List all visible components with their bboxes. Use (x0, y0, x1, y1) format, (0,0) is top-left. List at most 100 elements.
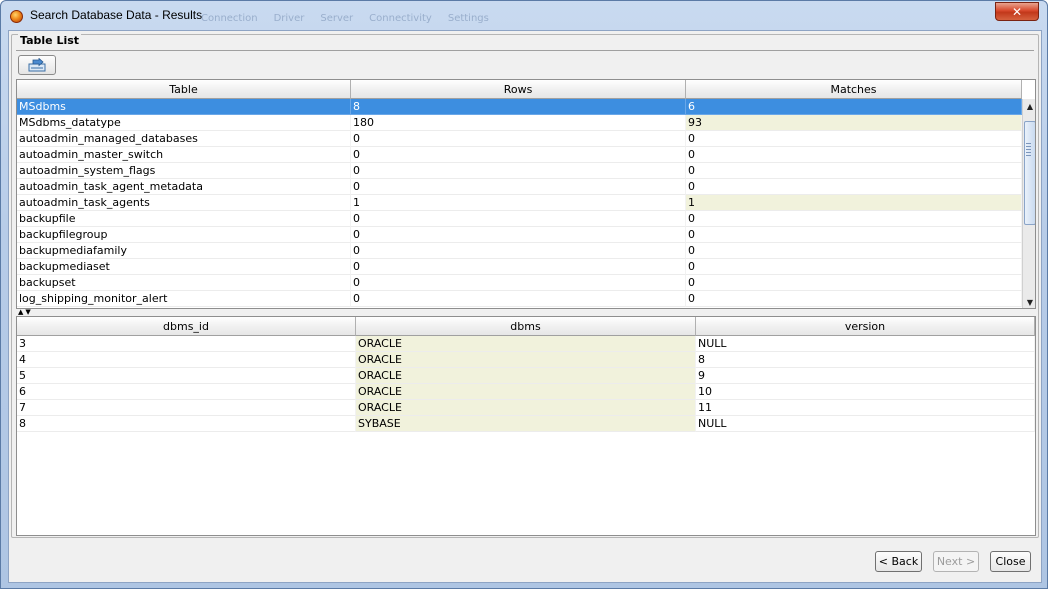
tables-grid-cell: MSdbms_datatype (17, 115, 351, 131)
scroll-down-icon[interactable]: ▼ (1023, 295, 1035, 308)
tables-grid-cell: 180 (351, 115, 686, 131)
records-grid-cell: 6 (17, 384, 356, 400)
tables-grid-row[interactable]: autoadmin_managed_databases 0 0 (17, 131, 1022, 147)
tables-grid-row[interactable]: MSdbms 8 6 (17, 99, 1022, 115)
tables-grid-cell: backupfile (17, 211, 351, 227)
records-grid-body: 3 ORACLE NULL 4 ORACLE 8 5 ORACLE 9 6 ORACLE 10 7 ORA… (17, 336, 1035, 432)
records-grid-cell: 7 (17, 400, 356, 416)
tables-grid-cell: backupfilegroup (17, 227, 351, 243)
tables-grid-cell: 0 (351, 179, 686, 195)
scroll-up-icon[interactable]: ▲ (1023, 99, 1035, 113)
background-menu-item: Driver (273, 13, 305, 24)
records-grid-cell: 8 (17, 416, 356, 432)
tables-grid-row[interactable]: backupfilegroup 0 0 (17, 227, 1022, 243)
records-grid-cell: 11 (696, 400, 1035, 416)
records-grid-cell: 8 (696, 352, 1035, 368)
tables-grid-row[interactable]: backupmediafamily 0 0 (17, 243, 1022, 259)
records-grid[interactable]: dbms_id dbms version 3 ORACLE NULL 4 ORACLE 8 5 O… (16, 316, 1036, 536)
tables-grid-cell: autoadmin_managed_databases (17, 131, 351, 147)
tables-grid-scrollbar[interactable]: ▲ ▼ (1022, 99, 1035, 308)
tables-grid-cell: 0 (686, 227, 1022, 243)
tables-grid-row[interactable]: log_shipping_monitor_alert 0 0 (17, 291, 1022, 307)
tables-grid-cell: 0 (686, 179, 1022, 195)
records-grid-column-header[interactable]: dbms_id (17, 317, 356, 336)
records-grid-row[interactable]: 6 ORACLE 10 (17, 384, 1035, 400)
tables-grid-cell: backupmediaset (17, 259, 351, 275)
records-grid-cell: 3 (17, 336, 356, 352)
export-icon (28, 58, 46, 72)
tables-grid-cell: MSdbms (17, 99, 351, 115)
tables-grid-cell: 0 (351, 227, 686, 243)
back-button[interactable]: < Back (875, 551, 922, 572)
tables-grid-cell: autoadmin_task_agents (17, 195, 351, 211)
tables-grid-row[interactable]: backupfile 0 0 (17, 211, 1022, 227)
next-button[interactable]: Next > (933, 551, 979, 572)
scrollbar-thumb[interactable] (1024, 121, 1035, 225)
records-grid-column-header[interactable]: version (696, 317, 1035, 336)
app-logo-icon (10, 10, 23, 23)
tables-grid-row[interactable]: autoadmin_task_agent_metadata 0 0 (17, 179, 1022, 195)
tables-grid-column-header[interactable]: Rows (351, 80, 686, 99)
tables-grid-row[interactable]: backupmediaset 0 0 (17, 259, 1022, 275)
tables-grid-row[interactable]: autoadmin_system_flags 0 0 (17, 163, 1022, 179)
tables-grid-column-header[interactable]: Matches (686, 80, 1022, 99)
tables-grid-cell: 93 (686, 115, 1022, 131)
tables-grid-cell: 0 (351, 243, 686, 259)
records-grid-row[interactable]: 8 SYBASE NULL (17, 416, 1035, 432)
tables-grid-cell: 6 (686, 99, 1022, 115)
tables-grid-body: MSdbms 8 6 MSdbms_datatype 180 93 autoadmin_ma… (17, 99, 1022, 307)
background-menu-item: Server (320, 13, 354, 24)
title-bar[interactable]: Search Database Data - Results Connectio… (1, 1, 1047, 31)
tables-grid-cell: 0 (686, 275, 1022, 291)
tables-grid-cell: 1 (351, 195, 686, 211)
tables-grid-cell: 0 (686, 147, 1022, 163)
tables-grid-cell: 0 (351, 163, 686, 179)
tables-grid-cell: 0 (351, 259, 686, 275)
tables-grid-cell: 0 (686, 243, 1022, 259)
records-grid-cell: 10 (696, 384, 1035, 400)
close-button[interactable]: Close (990, 551, 1031, 572)
splitter-arrows-icon[interactable]: ▲▼ (18, 309, 48, 316)
tables-grid-cell: 0 (351, 147, 686, 163)
records-grid-row[interactable]: 3 ORACLE NULL (17, 336, 1035, 352)
export-button[interactable] (18, 55, 56, 75)
tables-grid-cell: 0 (686, 259, 1022, 275)
tables-grid-cell: 0 (351, 211, 686, 227)
tables-grid-row[interactable]: MSdbms_datatype 180 93 (17, 115, 1022, 131)
background-menu-item: Connectivity (369, 13, 432, 24)
tables-grid-cell: 0 (686, 291, 1022, 307)
tables-grid-row[interactable]: autoadmin_master_switch 0 0 (17, 147, 1022, 163)
records-grid-cell: 9 (696, 368, 1035, 384)
records-grid-cell: NULL (696, 416, 1035, 432)
tables-grid-cell: 0 (351, 291, 686, 307)
tables-grid-row[interactable]: autoadmin_task_agents 1 1 (17, 195, 1022, 211)
records-grid-cell: SYBASE (356, 416, 696, 432)
close-icon: ✕ (1011, 4, 1023, 19)
records-grid-cell: NULL (696, 336, 1035, 352)
tables-grid-row[interactable]: backupset 0 0 (17, 275, 1022, 291)
tables-grid-cell: 0 (686, 131, 1022, 147)
records-grid-row[interactable]: 7 ORACLE 11 (17, 400, 1035, 416)
tables-grid-column-header[interactable]: Table (17, 80, 351, 99)
tables-grid[interactable]: Table Rows Matches MSdbms 8 6 MSdbms_datatype… (16, 79, 1036, 309)
records-grid-cell: ORACLE (356, 400, 696, 416)
dialog-client-area: Table List Table Rows Matches MSdbms 8 6 MSdb… (8, 30, 1042, 583)
background-menu: Connection Driver Server Connectivity Settin… (201, 13, 489, 24)
records-grid-cell: 5 (17, 368, 356, 384)
scrollbar-grip-icon (1026, 143, 1031, 157)
records-grid-column-header[interactable]: dbms (356, 317, 696, 336)
tables-grid-cell: autoadmin_system_flags (17, 163, 351, 179)
group-separator (16, 50, 1034, 51)
records-grid-cell: 4 (17, 352, 356, 368)
records-grid-row[interactable]: 5 ORACLE 9 (17, 368, 1035, 384)
dialog-window: Search Database Data - Results Connectio… (0, 0, 1048, 589)
records-grid-row[interactable]: 4 ORACLE 8 (17, 352, 1035, 368)
window-title: Search Database Data - Results (30, 8, 203, 22)
background-menu-item: Settings (447, 13, 489, 24)
tables-grid-cell: 0 (351, 131, 686, 147)
tables-grid-cell: 0 (351, 275, 686, 291)
tables-grid-cell: backupmediafamily (17, 243, 351, 259)
close-window-button[interactable]: ✕ (995, 2, 1039, 21)
records-grid-cell: ORACLE (356, 352, 696, 368)
background-menu-item: Connection (201, 13, 258, 24)
